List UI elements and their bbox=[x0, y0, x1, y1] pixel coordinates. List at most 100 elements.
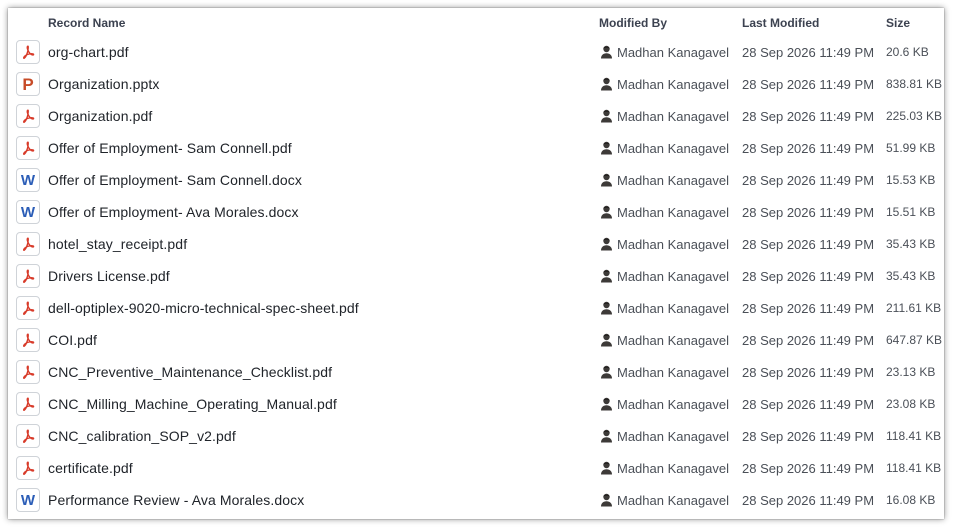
table-row[interactable]: CNC_Preventive_Maintenance_Checklist.pdf… bbox=[8, 356, 944, 388]
table-row[interactable]: Drivers License.pdf Madhan Kanagavel 28 … bbox=[8, 260, 944, 292]
record-name[interactable]: certificate.pdf bbox=[48, 460, 133, 476]
last-modified-date: 28 Sep 2026 11:49 PM bbox=[742, 397, 875, 412]
record-name[interactable]: org-chart.pdf bbox=[48, 44, 129, 60]
column-header-size[interactable]: Size bbox=[886, 16, 910, 30]
table-row[interactable]: COI.pdf Madhan Kanagavel 28 Sep 2026 11:… bbox=[8, 324, 944, 356]
modified-by-name: Madhan Kanagavel bbox=[617, 364, 730, 380]
file-size: 15.53 KB bbox=[886, 173, 936, 187]
last-modified-date: 28 Sep 2026 11:49 PM bbox=[742, 493, 875, 508]
records-table: Record Name Modified By Last Modified Si… bbox=[8, 8, 944, 519]
pdf-file-icon bbox=[16, 104, 40, 128]
last-modified-date: 28 Sep 2026 11:49 PM bbox=[742, 141, 875, 156]
record-name[interactable]: COI.pdf bbox=[48, 332, 97, 348]
file-size: 35.43 KB bbox=[886, 237, 936, 251]
user-avatar-icon bbox=[600, 269, 613, 283]
pdf-file-icon bbox=[16, 232, 40, 256]
table-row[interactable]: org-chart.pdf Madhan Kanagavel 28 Sep 20… bbox=[8, 36, 944, 68]
table-row[interactable]: CNC_calibration_SOP_v2.pdf Madhan Kanaga… bbox=[8, 420, 944, 452]
record-name[interactable]: hotel_stay_receipt.pdf bbox=[48, 236, 187, 252]
user-avatar-icon bbox=[600, 173, 613, 187]
file-size: 23.08 KB bbox=[886, 397, 936, 411]
modified-by-cell: Madhan Kanagavel bbox=[600, 333, 729, 348]
last-modified-date: 28 Sep 2026 11:49 PM bbox=[742, 269, 875, 284]
record-name[interactable]: Organization.pdf bbox=[48, 108, 152, 124]
modified-by-cell: Madhan Kanagavel bbox=[600, 236, 730, 252]
modified-by-name: Madhan Kanagavel bbox=[617, 172, 730, 188]
file-size: 51.99 KB bbox=[886, 141, 936, 155]
table-row[interactable]: Offer of Employment- Sam Connell.pdf Mad… bbox=[8, 132, 944, 164]
powerpoint-file-icon: P bbox=[16, 72, 40, 96]
table-row[interactable]: W Offer of Employment- Ava Morales.docx … bbox=[8, 196, 944, 228]
pdf-file-icon bbox=[16, 456, 40, 480]
file-size: 118.41 KB bbox=[886, 429, 942, 443]
column-header-modified-by[interactable]: Modified By bbox=[599, 16, 667, 30]
file-size: 118.41 KB bbox=[886, 461, 942, 475]
modified-by-name: Madhan Kanagavel bbox=[617, 76, 730, 92]
modified-by-name: Madhan Kanagavel bbox=[617, 300, 730, 316]
pdf-file-icon bbox=[16, 296, 40, 320]
modified-by-cell: Madhan Kanagavel bbox=[600, 140, 730, 156]
modified-by-name: Madhan Kanagavel bbox=[617, 492, 730, 508]
last-modified-date: 28 Sep 2026 11:49 PM bbox=[742, 301, 875, 316]
column-header-last-modified[interactable]: Last Modified bbox=[742, 16, 819, 30]
file-size: 16.08 KB bbox=[886, 493, 936, 507]
modified-by-cell: Madhan Kanagavel bbox=[600, 172, 730, 188]
table-row[interactable]: dell-optiplex-9020-micro-technical-spec-… bbox=[8, 292, 944, 324]
powerpoint-letter: P bbox=[22, 74, 34, 94]
table-row[interactable]: CNC_Milling_Machine_Operating_Manual.pdf… bbox=[8, 388, 944, 420]
record-name[interactable]: Offer of Employment- Sam Connell.docx bbox=[48, 172, 302, 188]
column-header-record-name[interactable]: Record Name bbox=[48, 16, 125, 30]
user-avatar-icon bbox=[600, 365, 613, 379]
record-name[interactable]: Offer of Employment- Sam Connell.pdf bbox=[48, 140, 292, 156]
user-avatar-icon bbox=[600, 429, 613, 443]
modified-by-name: Madhan Kanagavel bbox=[617, 204, 730, 220]
record-name[interactable]: CNC_Milling_Machine_Operating_Manual.pdf bbox=[48, 396, 337, 412]
table-row[interactable]: W Performance Review - Ava Morales.docx … bbox=[8, 484, 944, 516]
modified-by-name: Madhan Kanagavel bbox=[617, 236, 730, 252]
record-name[interactable]: Organization.pptx bbox=[48, 76, 159, 92]
table-row[interactable]: W Offer of Employment- Sam Connell.docx … bbox=[8, 164, 944, 196]
modified-by-cell: Madhan Kanagavel bbox=[600, 300, 730, 316]
modified-by-cell: Madhan Kanagavel bbox=[600, 109, 729, 124]
modified-by-name: Madhan Kanagavel bbox=[617, 428, 730, 444]
record-name[interactable]: CNC_Preventive_Maintenance_Checklist.pdf bbox=[48, 364, 332, 380]
table-row[interactable]: hotel_stay_receipt.pdf Madhan Kanagavel … bbox=[8, 228, 944, 260]
modified-by-name: Madhan Kanagavel bbox=[617, 140, 730, 156]
user-avatar-icon bbox=[600, 493, 613, 507]
table-row[interactable]: certificate.pdf Madhan Kanagavel 28 Sep … bbox=[8, 452, 944, 484]
user-avatar-icon bbox=[600, 205, 613, 219]
modified-by-name: Madhan Kanagavel bbox=[617, 460, 730, 476]
user-avatar-icon bbox=[600, 45, 613, 59]
file-size: 647.87 KB bbox=[886, 333, 943, 347]
word-file-icon: W bbox=[16, 488, 40, 512]
pdf-file-icon bbox=[16, 328, 40, 352]
record-name[interactable]: Drivers License.pdf bbox=[48, 268, 170, 284]
last-modified-date: 28 Sep 2026 11:49 PM bbox=[742, 429, 875, 444]
last-modified-date: 28 Sep 2026 11:49 PM bbox=[742, 205, 875, 220]
record-name[interactable]: Performance Review - Ava Morales.docx bbox=[48, 492, 304, 508]
modified-by-cell: Madhan Kanagavel bbox=[600, 460, 730, 476]
modified-by-cell: Madhan Kanagavel bbox=[600, 492, 730, 508]
file-size: 20.6 KB bbox=[886, 45, 929, 59]
word-letter: W bbox=[20, 171, 36, 189]
modified-by-cell: Madhan Kanagavel bbox=[600, 428, 730, 444]
pdf-file-icon bbox=[16, 264, 40, 288]
modified-by-name: Madhan Kanagavel bbox=[617, 44, 730, 60]
user-avatar-icon bbox=[600, 109, 613, 123]
user-avatar-icon bbox=[600, 333, 613, 347]
pdf-file-icon bbox=[16, 40, 40, 64]
modified-by-name: Madhan Kanagavel bbox=[617, 396, 730, 412]
user-avatar-icon bbox=[600, 141, 613, 155]
file-size: 15.51 KB bbox=[886, 205, 936, 219]
file-size: 35.43 KB bbox=[886, 269, 936, 283]
record-name[interactable]: dell-optiplex-9020-micro-technical-spec-… bbox=[48, 300, 359, 316]
last-modified-date: 28 Sep 2026 11:49 PM bbox=[742, 237, 875, 252]
modified-by-cell: Madhan Kanagavel bbox=[600, 396, 730, 412]
record-name[interactable]: CNC_calibration_SOP_v2.pdf bbox=[48, 428, 236, 444]
table-row[interactable]: P Organization.pptx Madhan Kanagavel 28 … bbox=[8, 68, 944, 100]
table-row[interactable]: Organization.pdf Madhan Kanagavel 28 Sep… bbox=[8, 100, 944, 132]
record-name[interactable]: Offer of Employment- Ava Morales.docx bbox=[48, 204, 299, 220]
user-avatar-icon bbox=[600, 301, 613, 315]
user-avatar-icon bbox=[600, 237, 613, 251]
modified-by-name: Madhan Kanagavel bbox=[617, 268, 730, 284]
